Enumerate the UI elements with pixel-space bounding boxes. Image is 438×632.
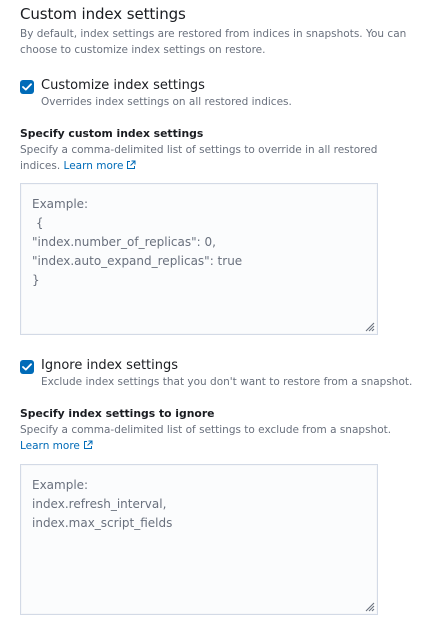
learn-more-link[interactable]: Learn more [64,160,137,172]
resize-handle-icon[interactable] [363,600,375,612]
section-title: Custom index settings [20,5,186,23]
resize-handle-icon[interactable] [363,320,375,332]
checkmark-icon [22,363,32,371]
section-description: By default, index settings are restored … [20,28,407,56]
external-link-icon [127,160,136,169]
ignore-index-settings-help: Exclude index settings that you don't wa… [41,376,413,388]
learn-more-link[interactable]: Learn more [20,440,93,452]
placeholder-line: } [32,273,40,287]
customize-index-settings-help: Overrides index settings on all restored… [41,96,292,108]
custom-settings-label: Specify custom index settings [20,127,204,140]
placeholder-line: index.max_script_fields [32,516,173,530]
placeholder-line: "index.auto_expand_replicas": true [32,254,243,268]
placeholder-line: { [32,216,44,230]
placeholder-line: Example: [32,478,89,492]
placeholder-line: index.refresh_interval, [32,497,167,511]
ignore-settings-help: Specify a comma-delimited list of settin… [20,424,392,452]
ignore-settings-textarea[interactable]: Example: index.refresh_interval, index.m… [20,464,378,615]
customize-index-settings-label[interactable]: Customize index settings [41,78,205,93]
customize-index-settings-checkbox[interactable] [20,80,34,94]
placeholder-line: "index.number_of_replicas": 0, [32,235,216,249]
checkmark-icon [22,83,32,91]
custom-settings-help: Specify a comma-delimited list of settin… [20,144,378,172]
ignore-settings-label: Specify index settings to ignore [20,407,215,420]
external-link-icon [83,440,93,449]
ignore-index-settings-label[interactable]: Ignore index settings [41,358,178,373]
placeholder-line: Example: [32,197,89,211]
ignore-index-settings-checkbox[interactable] [20,360,34,374]
custom-settings-textarea[interactable]: Example: { "index.number_of_replicas": 0… [20,183,378,335]
